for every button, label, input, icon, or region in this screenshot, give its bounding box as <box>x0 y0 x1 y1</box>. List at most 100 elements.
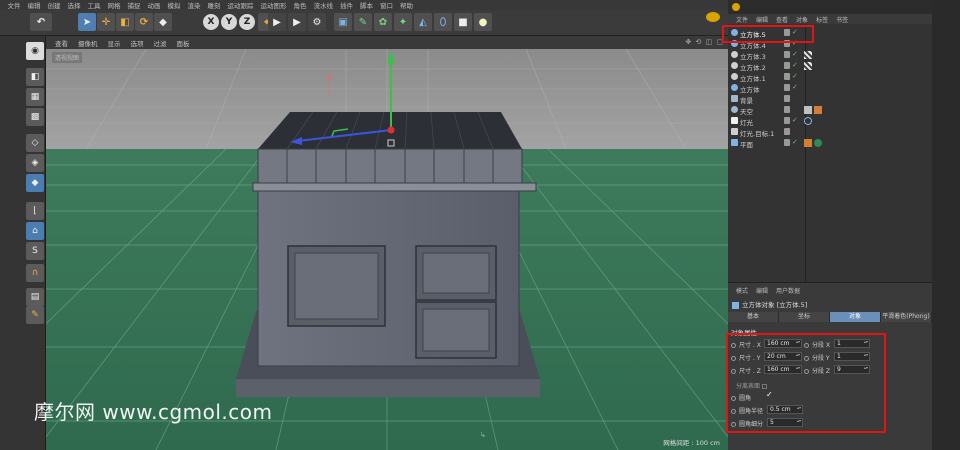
light-icon[interactable]: ● <box>474 13 492 31</box>
texture-tag-icon[interactable] <box>804 51 812 59</box>
gizmo-center[interactable] <box>387 126 395 134</box>
y-axis-lock[interactable]: Y <box>221 14 237 30</box>
tree-row-light-target[interactable]: 灯光.目标.1 <box>728 127 932 138</box>
render-settings-icon[interactable]: ⚙ <box>308 13 326 31</box>
tweak-mode-icon[interactable]: ⌂ <box>26 222 44 240</box>
axis-mode-icon[interactable]: ⌊ <box>26 202 44 220</box>
brush-icon[interactable]: ✎ <box>26 306 44 324</box>
subdivision-icon[interactable]: ✿ <box>374 13 392 31</box>
enabled-check-icon[interactable]: ✓ <box>792 50 798 58</box>
menu-tools[interactable]: 工具 <box>84 0 104 10</box>
enabled-check-icon[interactable]: ✓ <box>792 83 798 91</box>
visibility-flags-icon[interactable] <box>784 84 790 91</box>
tree-row-cube1[interactable]: 立方体.1 ✓ <box>728 72 932 83</box>
enabled-check-icon[interactable]: ✓ <box>792 116 798 124</box>
vp-menu-filter[interactable]: 过滤 <box>149 38 172 48</box>
menu-plugins[interactable]: 插件 <box>337 0 357 10</box>
tree-row-cube2[interactable]: 立方体.2 ✓ <box>728 61 932 72</box>
polygons-mode-icon[interactable]: ◆ <box>26 174 44 192</box>
points-mode-icon[interactable]: ◇ <box>26 134 44 152</box>
menu-script[interactable]: 脚本 <box>357 0 377 10</box>
vp-menu-panel[interactable]: 面板 <box>172 38 195 48</box>
tab-basic[interactable]: 基本 <box>728 312 779 322</box>
visibility-flags-icon[interactable] <box>784 106 790 113</box>
move-tool-icon[interactable]: ✛ <box>97 13 115 31</box>
edges-mode-icon[interactable]: ◈ <box>26 154 44 172</box>
viewport-nav-icons[interactable]: ✥ ⟲ ◫ ▢ <box>685 38 724 46</box>
tree-row-background[interactable]: 背景 <box>728 94 932 105</box>
compositing-tag-icon[interactable] <box>804 139 812 147</box>
menu-snap[interactable]: 捕捉 <box>124 0 144 10</box>
material-tag-icon[interactable] <box>814 139 822 147</box>
texture-tag-icon[interactable] <box>804 62 812 70</box>
magnet-icon[interactable]: ∩ <box>26 264 44 282</box>
menu-edit[interactable]: 编辑 <box>24 0 44 10</box>
tree-row-plane[interactable]: 平面 ✓ <box>728 138 932 149</box>
visibility-flags-icon[interactable] <box>784 139 790 146</box>
array-icon[interactable]: ✦ <box>394 13 412 31</box>
menu-select[interactable]: 选择 <box>64 0 84 10</box>
tree-row-cube3[interactable]: 立方体.3 ✓ <box>728 50 932 61</box>
menu-animate[interactable]: 动画 <box>144 0 164 10</box>
menu-render[interactable]: 渲染 <box>184 0 204 10</box>
visibility-flags-icon[interactable] <box>784 128 790 135</box>
enabled-check-icon[interactable]: ✓ <box>792 138 798 146</box>
visibility-flags-icon[interactable] <box>784 95 790 102</box>
menu-pipeline[interactable]: 流水线 <box>310 0 337 10</box>
menu-motion-tracking[interactable]: 运动跟踪 <box>224 0 257 10</box>
enabled-check-icon[interactable]: ✓ <box>792 61 798 69</box>
tree-row-light[interactable]: 灯光 ✓ <box>728 116 932 127</box>
tree-row-sky[interactable]: 天空 <box>728 105 932 116</box>
menu-sculpt[interactable]: 雕刻 <box>204 0 224 10</box>
om-menu-file[interactable]: 文件 <box>732 15 752 24</box>
om-menu-tags[interactable]: 标签 <box>812 15 832 24</box>
material-tag-icon[interactable] <box>804 106 812 114</box>
visibility-flags-icon[interactable] <box>784 62 790 69</box>
menu-simulate[interactable]: 模拟 <box>164 0 184 10</box>
om-menu-edit[interactable]: 编辑 <box>752 15 772 24</box>
texture-mode-icon[interactable]: ▦ <box>26 88 44 106</box>
menu-create[interactable]: 创建 <box>44 0 64 10</box>
visibility-flags-icon[interactable] <box>784 73 790 80</box>
tab-phong[interactable]: 平滑着色(Phong) <box>881 312 932 322</box>
tab-coord[interactable]: 坐标 <box>779 312 830 322</box>
attr-menu-mode[interactable]: 模式 <box>732 286 752 295</box>
vp-menu-options[interactable]: 选项 <box>126 38 149 48</box>
camera-icon[interactable]: ■ <box>454 13 472 31</box>
attr-menu-edit[interactable]: 编辑 <box>752 286 772 295</box>
snap-icon[interactable]: S <box>26 242 44 260</box>
om-menu-objects[interactable]: 对象 <box>792 15 812 24</box>
lock-workplane-icon[interactable]: ▤ <box>26 288 44 306</box>
attr-menu-userdata[interactable]: 用户数据 <box>772 286 804 295</box>
cube-primitive-icon[interactable]: ▣ <box>334 13 352 31</box>
render-picture-icon[interactable]: ▶ <box>288 13 306 31</box>
deformer-icon[interactable]: ◭ <box>414 13 432 31</box>
layout-icon[interactable] <box>706 12 720 22</box>
menu-file[interactable]: 文件 <box>4 0 24 10</box>
render-view-icon[interactable]: ▶ <box>268 13 286 31</box>
perspective-viewport[interactable]: ↳ 透视视图 网格间距 : 100 cm <box>46 49 728 450</box>
environment-icon[interactable]: ⬯ <box>434 13 452 31</box>
pen-spline-icon[interactable]: ✎ <box>354 13 372 31</box>
visibility-flags-icon[interactable] <box>784 51 790 58</box>
model-mode-icon[interactable]: ◧ <box>26 68 44 86</box>
menu-help[interactable]: 帮助 <box>397 0 417 10</box>
om-menu-view[interactable]: 查看 <box>772 15 792 24</box>
compositing-tag-icon[interactable] <box>814 106 822 114</box>
vp-menu-view[interactable]: 查看 <box>50 38 73 48</box>
x-axis-lock[interactable]: X <box>203 14 219 30</box>
om-menu-bookmarks[interactable]: 书签 <box>832 15 852 24</box>
z-axis-lock[interactable]: Z <box>239 14 255 30</box>
rotate-tool-icon[interactable]: ⟳ <box>135 13 153 31</box>
vp-menu-camera[interactable]: 摄像机 <box>73 38 103 48</box>
visibility-flags-icon[interactable] <box>784 117 790 124</box>
tree-row-cube[interactable]: 立方体 ✓ <box>728 83 932 94</box>
workplane-mode-icon[interactable]: ▩ <box>26 108 44 126</box>
menu-character[interactable]: 角色 <box>290 0 310 10</box>
menu-window[interactable]: 窗口 <box>377 0 397 10</box>
layout-switch-icon[interactable] <box>732 3 740 11</box>
enabled-check-icon[interactable]: ✓ <box>792 72 798 80</box>
move-select-icon[interactable]: ➤ <box>78 13 96 31</box>
menu-mesh[interactable]: 网格 <box>104 0 124 10</box>
object-mode-icon[interactable]: ◆ <box>154 13 172 31</box>
